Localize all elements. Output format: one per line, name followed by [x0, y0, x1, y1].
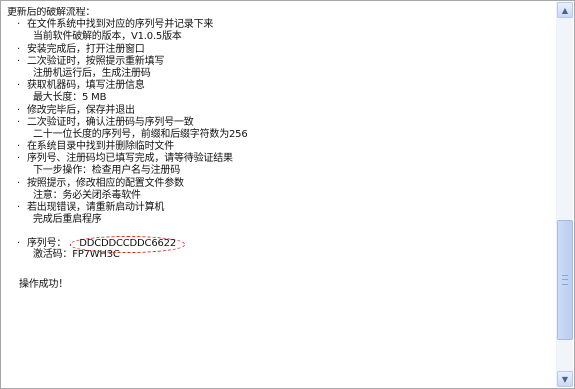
- bullet-icon: ·: [17, 19, 20, 31]
- scroll-thumb[interactable]: [557, 220, 573, 340]
- list-item-sub: 注意：务必关闭杀毒软件: [33, 189, 141, 201]
- bullet-icon: ·: [17, 43, 20, 55]
- list-item-sub: 二十一位长度的序列号，前缀和后缀字符数为256: [33, 128, 248, 140]
- list-item: · 获取机器码，填写注册信息: [17, 80, 145, 92]
- list-item: · 二次验证时，确认注册码与序列号一致: [17, 116, 194, 128]
- list-item-sub: 注册机运行后，生成注册码: [33, 67, 151, 79]
- serial-line: · 序列号： DDCDDCCDDC6622: [7, 236, 547, 253]
- list-item-sub: 当前软件破解的版本，V1.0.5版本: [33, 31, 182, 43]
- status-message: 操作成功！: [19, 278, 68, 290]
- title-line: 更新后的破解流程：: [7, 7, 96, 18]
- list-item: · 在系统目录中找到并删除临时文件: [17, 141, 174, 153]
- bullet-icon: ·: [17, 153, 20, 165]
- text-panel: 更新后的破解流程： · 在文件系统中找到对应的序列号并记录下来 当前软件破解的版本…: [0, 0, 575, 389]
- activation-label: 激活码：: [33, 248, 73, 260]
- list-item: · 安装完成后，打开注册窗口: [17, 43, 145, 55]
- scroll-up-button[interactable]: ▲: [557, 2, 573, 18]
- list-item: · 按照提示，修改相应的配置文件参数: [17, 177, 184, 189]
- bullet-icon: ·: [17, 80, 20, 92]
- list-item-sub: 最大长度：5 MB: [33, 92, 107, 104]
- bullet-icon: ·: [17, 104, 20, 116]
- list-item-sub: 完成后重启程序: [33, 214, 102, 226]
- chevron-up-icon: ▲: [561, 5, 569, 15]
- list-item: · 序列号、注册码均已填写完成，请等待验证结果: [17, 153, 233, 165]
- chevron-down-icon: ▼: [561, 374, 569, 384]
- bullet-icon: ·: [17, 55, 20, 67]
- list-item: · 修改完毕后，保存并退出: [17, 104, 135, 116]
- bullet-icon: ·: [17, 116, 20, 128]
- list-item: · 在文件系统中找到对应的序列号并记录下来: [17, 19, 214, 31]
- serial-label: 序列号：: [27, 238, 67, 250]
- log-content: 更新后的破解流程： · 在文件系统中找到对应的序列号并记录下来 当前软件破解的版本…: [7, 7, 547, 383]
- bullet-icon: ·: [17, 238, 20, 250]
- list-item-sub: 下一步操作：检查用户名与注册码: [33, 165, 180, 177]
- bullet-icon: ·: [17, 141, 20, 153]
- list-item: · 二次验证时，按照提示重新填写: [17, 55, 165, 67]
- scroll-down-button[interactable]: ▼: [557, 371, 573, 387]
- list-item: · 若出现错误，请重新启动计算机: [17, 202, 165, 213]
- grip-icon: [562, 275, 568, 285]
- vertical-scrollbar[interactable]: ▲ ▼: [556, 2, 573, 387]
- bullet-icon: ·: [17, 177, 20, 189]
- bullet-icon: ·: [17, 202, 20, 213]
- serial-number-highlight: DDCDDCCDDC6622: [70, 236, 185, 253]
